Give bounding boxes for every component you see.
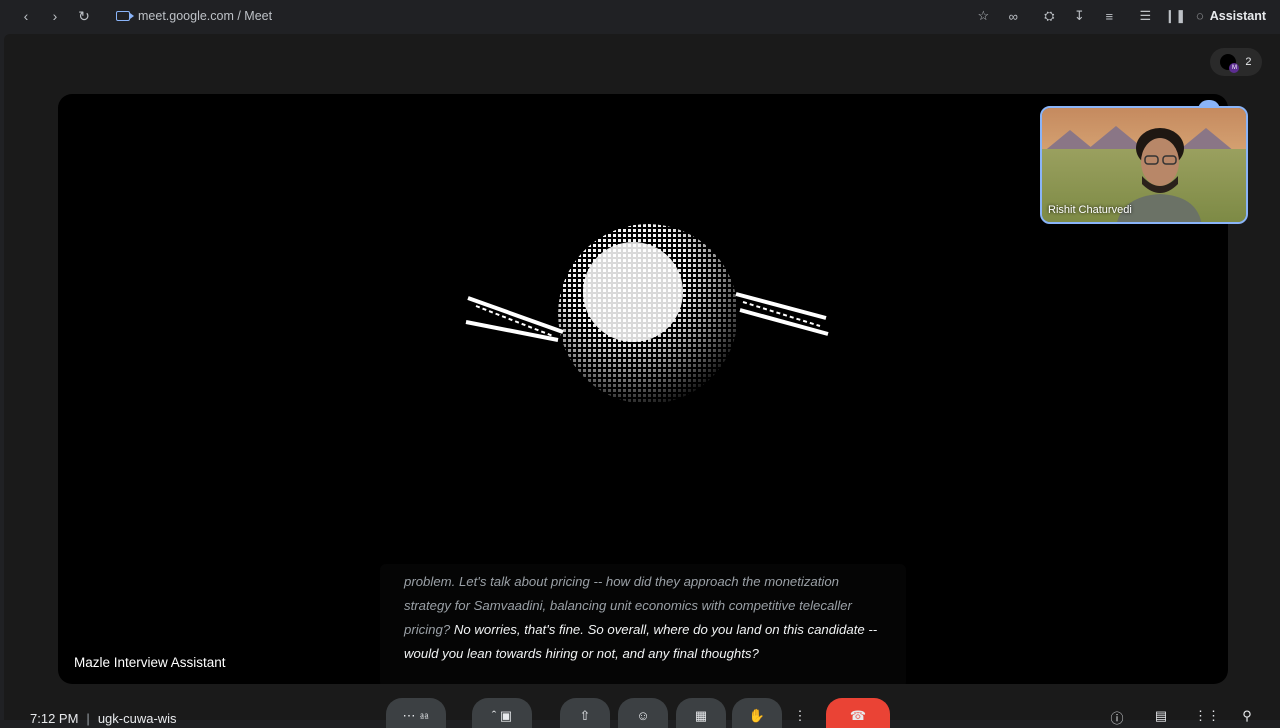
- browser-toolbar: ‹ › ↻ meet.google.com / Meet ☆ ∞ ⛭ ↧ ≡ ☰…: [0, 0, 1280, 32]
- meeting-time-code: 7:12 PM | ugk-cuwa-wis: [30, 711, 177, 726]
- end-call-icon: ☎: [849, 708, 867, 723]
- link-icon[interactable]: ∞: [1004, 7, 1022, 25]
- extensions-icon[interactable]: ⛭: [1040, 7, 1058, 25]
- participant-count: 2: [1245, 56, 1252, 68]
- meet-camera-icon: [116, 11, 134, 21]
- mic-icon: ⎂: [419, 708, 430, 723]
- self-video-tile[interactable]: Rishit Chaturvedi: [1040, 106, 1248, 224]
- bookmark-star-icon[interactable]: ☆: [974, 7, 992, 25]
- more-vert-icon: ⋮: [793, 708, 807, 723]
- stage-participant-name: Mazle Interview Assistant: [74, 655, 226, 670]
- assistant-button[interactable]: ◌ Assistant: [1196, 9, 1266, 23]
- back-icon[interactable]: ‹: [12, 2, 40, 30]
- present-icon: ⇧: [579, 708, 591, 723]
- self-tile-name: Rishit Chaturvedi: [1048, 204, 1132, 216]
- reload-icon[interactable]: ↻: [70, 2, 98, 30]
- reading-list-icon[interactable]: ☰: [1136, 7, 1154, 25]
- chevron-up-icon: ˆ: [491, 708, 497, 723]
- camera-button[interactable]: ˆ ▣: [472, 698, 532, 728]
- tab-search-icon[interactable]: ≡: [1100, 7, 1118, 25]
- avatar: [1220, 54, 1240, 73]
- end-call-button[interactable]: ☎: [826, 698, 890, 728]
- raise-hand-icon: ✋: [748, 708, 766, 723]
- meet-surface: 2: [4, 34, 1280, 728]
- captions-button[interactable]: ▦: [676, 698, 726, 728]
- emoji-button[interactable]: ☺: [618, 698, 668, 728]
- forward-icon[interactable]: ›: [41, 2, 69, 30]
- assistant-label: Assistant: [1209, 9, 1266, 23]
- camera-icon: ▣: [499, 708, 513, 723]
- assistant-planet-graphic: [465, 224, 829, 404]
- captions-icon: ▦: [694, 708, 708, 723]
- mic-button[interactable]: ⋯ ⎂: [386, 698, 446, 728]
- toolbar-actions: ☆ ∞ ⛭ ↧ ≡ ☰ ❙❚ ◌ Assistant: [974, 0, 1266, 32]
- more-vert-button[interactable]: ⋮: [790, 698, 810, 728]
- present-button[interactable]: ⇧: [560, 698, 610, 728]
- caption-current-text: No worries, that's fine. So overall, whe…: [404, 622, 878, 661]
- download-icon[interactable]: ↧: [1070, 7, 1088, 25]
- more-options-icon: ⋯: [402, 708, 416, 723]
- live-captions: problem. Let's talk about pricing -- how…: [380, 564, 906, 684]
- nav-buttons: ‹ › ↻: [12, 2, 98, 30]
- emoji-icon: ☺: [636, 708, 650, 723]
- audio-icon[interactable]: ❙❚: [1164, 7, 1186, 25]
- url-text: meet.google.com / Meet: [138, 9, 273, 23]
- meeting-time: 7:12 PM: [30, 711, 79, 726]
- address-bar[interactable]: meet.google.com / Meet: [116, 9, 272, 23]
- participants-chip[interactable]: 2: [1210, 48, 1262, 76]
- raise-hand-button[interactable]: ✋: [732, 698, 782, 728]
- meeting-controls-bar: 7:12 PM | ugk-cuwa-wis ⋯ ⎂ ˆ ▣ ⇧ ☺ ▦ ✋ ⋮ ☎…: [4, 698, 1280, 728]
- meeting-code: ugk-cuwa-wis: [97, 711, 177, 726]
- assistant-icon: ◌: [1196, 9, 1204, 23]
